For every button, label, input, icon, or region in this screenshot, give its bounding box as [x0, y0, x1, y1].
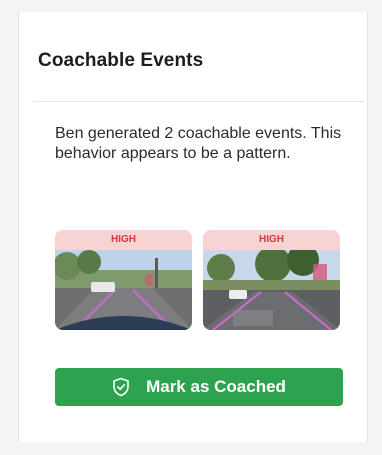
dashcam-image — [55, 250, 192, 330]
severity-badge: HIGH — [55, 230, 192, 250]
severity-badge: HIGH — [203, 230, 340, 250]
coachable-events-description: Ben generated 2 coachable events. This b… — [55, 125, 342, 162]
mark-as-coached-button[interactable]: Mark as Coached — [55, 368, 343, 406]
event-thumbnail-1[interactable]: HIGH — [55, 230, 192, 330]
dashcam-image — [203, 250, 340, 330]
divider — [34, 101, 364, 102]
mark-as-coached-label: Mark as Coached — [146, 377, 286, 396]
shield-check-icon — [112, 377, 130, 397]
event-thumbnail-2[interactable]: HIGH — [203, 230, 340, 330]
card-title: Coachable Events — [38, 50, 204, 71]
